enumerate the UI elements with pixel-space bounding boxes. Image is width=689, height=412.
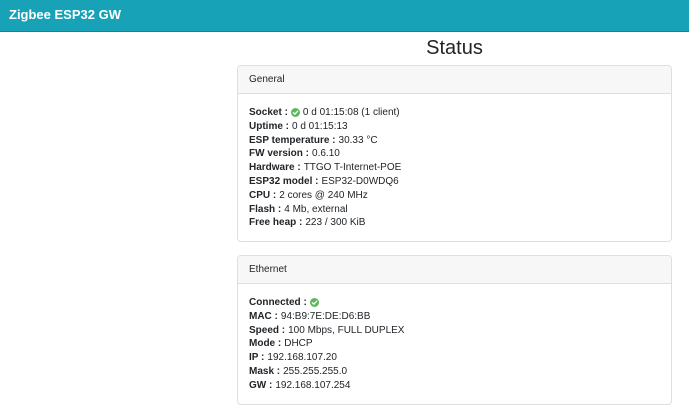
cpu-label: CPU : <box>249 189 277 201</box>
cpu-value: 2 cores @ 240 MHz <box>279 189 368 201</box>
speed-label: Speed : <box>249 324 286 336</box>
mode-row: Mode : DHCP <box>249 337 660 351</box>
gw-label: GW : <box>249 379 273 391</box>
flash-value: 4 Mb, external <box>284 203 348 215</box>
general-card-header: General <box>238 66 671 94</box>
esp-temperature-row: ESP temperature : 30.33 °C <box>249 134 660 148</box>
fw-version-value: 0.6.10 <box>312 148 340 160</box>
hardware-label: Hardware : <box>249 162 301 174</box>
mac-label: MAC : <box>249 310 278 322</box>
cpu-row: CPU : 2 cores @ 240 MHz <box>249 189 660 203</box>
esp-temperature-label: ESP temperature : <box>249 134 336 146</box>
socket-row: Socket : 0 d 01:15:08 (1 client) <box>249 106 660 120</box>
general-card-body: Socket : 0 d 01:15:08 (1 client) Uptime … <box>238 94 671 230</box>
ip-label: IP : <box>249 352 265 364</box>
flash-row: Flash : 4 Mb, external <box>249 203 660 217</box>
ip-row: IP : 192.168.107.20 <box>249 351 660 365</box>
connected-label: Connected : <box>249 297 307 308</box>
esp32-model-row: ESP32 model : ESP32-D0WDQ6 <box>249 175 660 189</box>
mac-value: 94:B9:7E:DE:D6:BB <box>280 310 371 322</box>
mode-label: Mode : <box>249 338 282 350</box>
ethernet-card-header: Ethernet <box>238 256 671 284</box>
flash-label: Flash : <box>249 203 282 215</box>
mask-value: 255.255.255.0 <box>283 365 348 377</box>
esp-temperature-value: 30.33 °C <box>338 134 378 146</box>
gw-value: 192.168.107.254 <box>275 379 351 391</box>
mac-row: MAC : 94:B9:7E:DE:D6:BB <box>249 310 660 324</box>
free-heap-row: Free heap : 223 / 300 KiB <box>249 216 660 230</box>
ip-value: 192.168.107.20 <box>267 352 337 364</box>
check-circle-icon <box>290 108 300 118</box>
uptime-value: 0 d 01:15:13 <box>292 120 348 132</box>
uptime-label: Uptime : <box>249 120 289 132</box>
mask-label: Mask : <box>249 365 281 377</box>
mode-value: DHCP <box>284 338 313 350</box>
check-circle-icon <box>309 298 319 308</box>
navbar: Zigbee ESP32 GW <box>0 0 689 32</box>
free-heap-label: Free heap : <box>249 217 303 229</box>
mask-row: Mask : 255.255.255.0 <box>249 365 660 379</box>
hardware-value: TTGO T-Internet-POE <box>303 162 402 174</box>
app-title[interactable]: Zigbee ESP32 GW <box>9 7 121 23</box>
gw-row: GW : 192.168.107.254 <box>249 379 660 393</box>
fw-version-row: FW version : 0.6.10 <box>249 147 660 161</box>
fw-version-label: FW version : <box>249 148 310 160</box>
esp32-model-label: ESP32 model : <box>249 175 319 187</box>
socket-value: 0 d 01:15:08 (1 client) <box>302 107 400 118</box>
ethernet-card: Ethernet Connected : MAC : 94:B9:7E:DE:D… <box>237 255 672 405</box>
connected-row: Connected : <box>249 296 660 310</box>
uptime-row: Uptime : 0 d 01:15:13 <box>249 120 660 134</box>
speed-value: 100 Mbps, FULL DUPLEX <box>288 324 405 336</box>
socket-label: Socket : <box>249 107 288 118</box>
general-card: General Socket : 0 d 01:15:08 (1 client)… <box>237 65 672 242</box>
esp32-model-value: ESP32-D0WDQ6 <box>321 175 399 187</box>
ethernet-card-body: Connected : MAC : 94:B9:7E:DE:D6:BB Spee… <box>238 284 671 393</box>
hardware-row: Hardware : TTGO T-Internet-POE <box>249 161 660 175</box>
speed-row: Speed : 100 Mbps, FULL DUPLEX <box>249 324 660 338</box>
free-heap-value: 223 / 300 KiB <box>305 217 366 229</box>
page-title: Status <box>426 37 483 59</box>
